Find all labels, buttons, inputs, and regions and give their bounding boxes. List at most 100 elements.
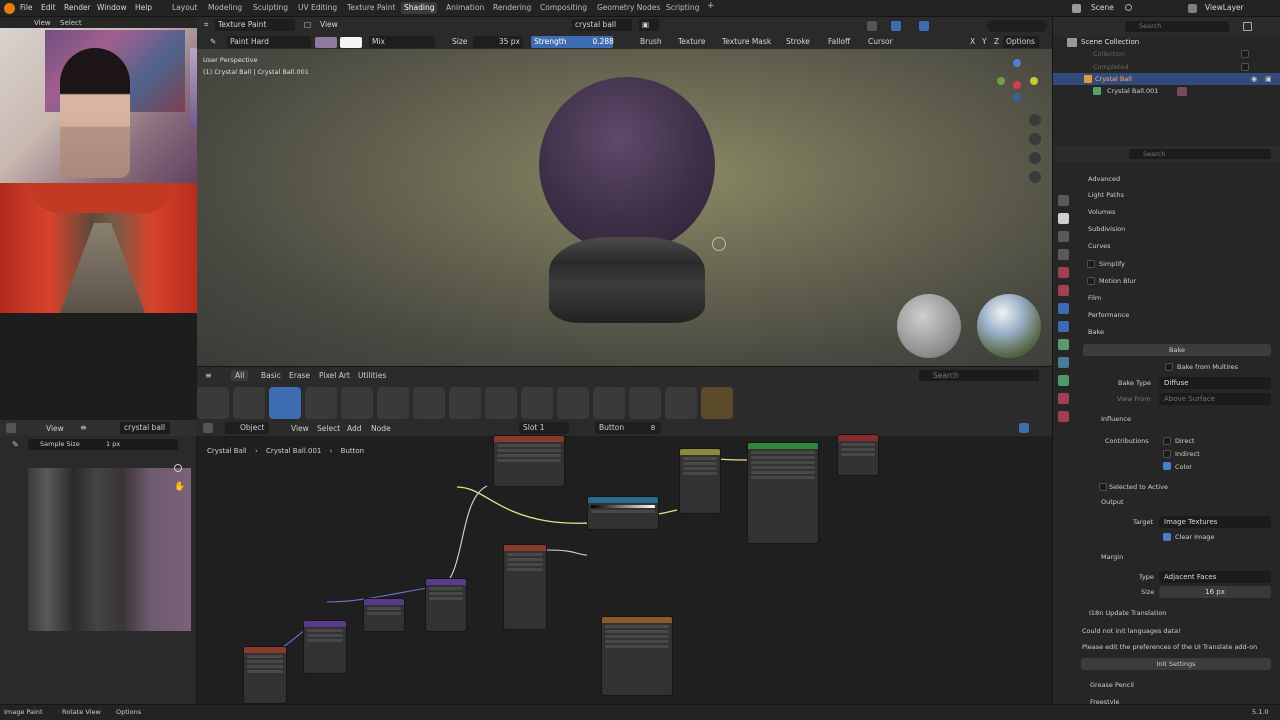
overlay-icon[interactable]	[919, 21, 929, 31]
viewport-view-menu[interactable]: View	[317, 19, 341, 31]
blender-logo-icon[interactable]	[4, 3, 15, 14]
3d-viewport[interactable]: User Perspective (1) Crystal Ball | Crys…	[197, 49, 1052, 366]
shader-node-editor[interactable]: Object View Select Add Node Slot 1 Butto…	[197, 420, 1052, 704]
image-editor-type-icon[interactable]	[6, 423, 16, 433]
texture-tab-icon[interactable]	[1058, 411, 1069, 422]
physics-tab-icon[interactable]	[1058, 339, 1069, 350]
output-tab-icon[interactable]	[1058, 231, 1069, 242]
select-menu[interactable]: Select	[60, 19, 82, 27]
tab-layout[interactable]: Layout	[172, 3, 198, 12]
selected-to-active-checkbox[interactable]	[1099, 483, 1107, 491]
tab-shading[interactable]: Shading	[401, 2, 438, 14]
view-menu[interactable]: View	[34, 19, 51, 27]
brush-thumb-15[interactable]	[701, 387, 733, 419]
collection-exclude-checkbox[interactable]	[1241, 50, 1249, 58]
tab-animation[interactable]: Animation	[446, 3, 484, 12]
properties-search-input[interactable]: Search	[1129, 149, 1271, 159]
brush-thumb-13[interactable]	[629, 387, 661, 419]
section-light-paths[interactable]: Light Paths	[1088, 191, 1124, 199]
brush-thumb-14[interactable]	[665, 387, 697, 419]
menu-stroke[interactable]: Stroke	[783, 36, 813, 48]
tab-rendering[interactable]: Rendering	[493, 3, 531, 12]
eye-icon[interactable]: ◉	[1251, 75, 1257, 83]
section-motion-blur[interactable]: Motion Blur	[1099, 277, 1136, 285]
sample-size-field[interactable]: Sample Size 1 px	[28, 439, 178, 450]
shelf-tab-basic[interactable]: Basic	[261, 371, 281, 380]
node-mix[interactable]	[679, 448, 721, 514]
outliner-item-completed[interactable]: Completed	[1093, 63, 1128, 71]
mode-selector[interactable]: Texture Paint	[215, 19, 295, 31]
tab-sculpting[interactable]: Sculpting	[253, 3, 288, 12]
shading-toggle[interactable]: ▣	[639, 19, 659, 31]
section-advanced[interactable]: Advanced	[1088, 175, 1120, 183]
camera-icon[interactable]	[1029, 152, 1041, 164]
brush-thumb-12[interactable]	[593, 387, 625, 419]
section-influence[interactable]: Influence	[1101, 415, 1131, 423]
brush-thumb-6[interactable]	[377, 387, 409, 419]
node-math[interactable]	[363, 598, 405, 632]
zoom-icon[interactable]	[1029, 114, 1041, 126]
brush-thumb-7[interactable]	[413, 387, 445, 419]
data-tab-icon[interactable]	[1058, 375, 1069, 386]
target-dropdown[interactable]: Image Textures	[1159, 516, 1271, 528]
shelf-menu-icon[interactable]: ≡	[205, 371, 212, 380]
image-view-menu[interactable]: View	[46, 424, 64, 433]
section-selected-to-active[interactable]: Selected to Active	[1109, 483, 1168, 491]
brush-thumb-1[interactable]	[197, 387, 229, 419]
scene-selector[interactable]: Scene	[1091, 3, 1114, 12]
brush-thumb-9[interactable]	[485, 387, 517, 419]
section-grease-pencil[interactable]: Grease Pencil	[1090, 681, 1134, 689]
search-icon[interactable]	[1125, 4, 1132, 11]
color-checkbox[interactable]	[1163, 462, 1171, 470]
section-volumes[interactable]: Volumes	[1088, 208, 1116, 216]
image-selector[interactable]: crystal ball	[120, 422, 170, 434]
size-field[interactable]: 35 px	[473, 36, 523, 48]
outliner-item-collection[interactable]: Collection	[1093, 50, 1125, 58]
bake-from-multires-checkbox[interactable]	[1165, 363, 1173, 371]
render-tab-icon[interactable]	[1058, 213, 1069, 224]
filter-icon[interactable]	[1243, 22, 1252, 31]
margin-type-dropdown[interactable]: Adjacent Faces	[1159, 571, 1271, 583]
eyedropper-icon[interactable]: ✎	[12, 440, 19, 449]
margin-size-field[interactable]: 16 px	[1159, 586, 1271, 598]
secondary-color-swatch[interactable]	[315, 37, 337, 48]
brush-selector[interactable]: Paint Hard	[227, 36, 311, 48]
options-dropdown[interactable]: Options	[1003, 36, 1039, 48]
node-color-ramp[interactable]	[587, 496, 659, 530]
node-texture-coordinate[interactable]	[243, 646, 287, 704]
init-settings-button[interactable]: Init Settings	[1081, 658, 1271, 670]
image-zoom-icon[interactable]	[174, 464, 182, 472]
navigation-gizmo[interactable]	[995, 57, 1041, 103]
shelf-tab-utilities[interactable]: Utilities	[358, 371, 386, 380]
hand-icon[interactable]	[1029, 133, 1041, 145]
camera-icon[interactable]: ▣	[1265, 75, 1272, 83]
gizmo-icon[interactable]	[891, 21, 901, 31]
section-simplify[interactable]: Simplify	[1099, 260, 1125, 268]
crystal-ball-sphere[interactable]	[539, 77, 715, 253]
completed-exclude-checkbox[interactable]	[1241, 63, 1249, 71]
scene-tab-icon[interactable]	[1058, 267, 1069, 278]
node-mapping[interactable]	[425, 578, 467, 632]
node-image-texture-bottom[interactable]	[601, 616, 673, 696]
brush-thumb-3-active[interactable]	[269, 387, 301, 419]
scene-collection-label[interactable]: Scene Collection	[1081, 38, 1139, 46]
menu-cursor[interactable]: Cursor	[865, 36, 896, 48]
direct-checkbox[interactable]	[1163, 437, 1171, 445]
mirror-z-toggle[interactable]: Z	[991, 36, 1002, 48]
menu-brush[interactable]: Brush	[637, 36, 665, 48]
node-noise-texture[interactable]	[503, 544, 547, 630]
tab-modeling[interactable]: Modeling	[208, 3, 242, 12]
section-output[interactable]: Output	[1101, 498, 1124, 506]
menu-window[interactable]: Window	[97, 3, 127, 12]
wireframe-toggle[interactable]: □	[301, 19, 314, 31]
brush-thumb-10[interactable]	[521, 387, 553, 419]
brush-thumb-2[interactable]	[233, 387, 265, 419]
shelf-tab-pixel-art[interactable]: Pixel Art	[319, 371, 350, 380]
brush-thumb-5[interactable]	[341, 387, 373, 419]
menu-file[interactable]: File	[20, 3, 33, 12]
shelf-search-input[interactable]: Search	[919, 370, 1039, 381]
node-principled-bsdf[interactable]	[747, 442, 819, 544]
view-layer-selector[interactable]: ViewLayer	[1205, 3, 1244, 12]
indirect-checkbox[interactable]	[1163, 450, 1171, 458]
simplify-checkbox[interactable]	[1087, 260, 1095, 268]
